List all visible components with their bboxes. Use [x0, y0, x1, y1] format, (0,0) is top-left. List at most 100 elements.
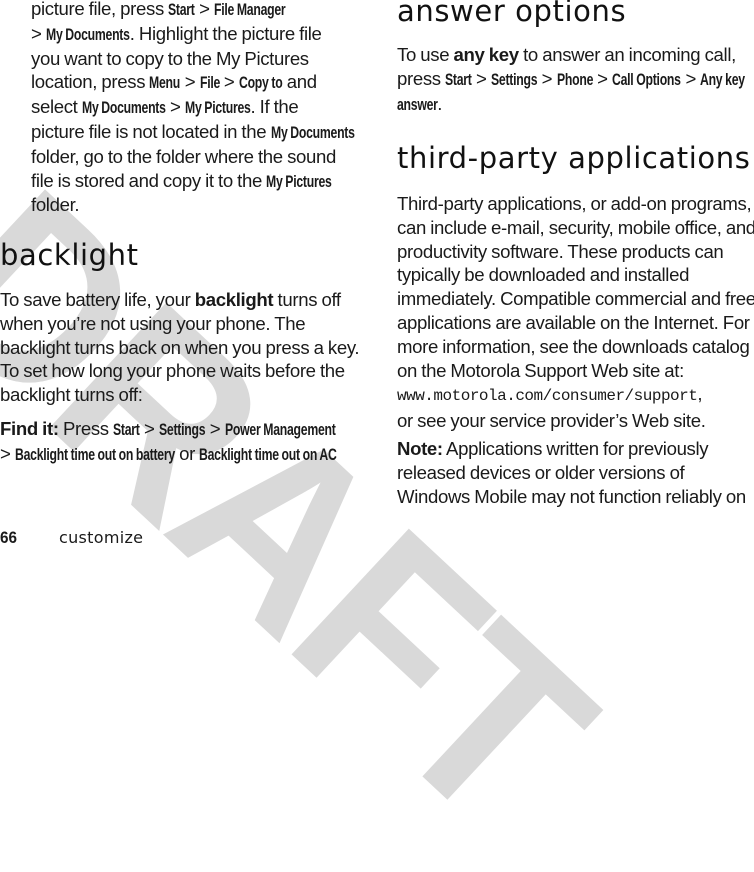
section-heading-backlight: backlight: [0, 238, 139, 272]
body-text: >: [165, 96, 185, 118]
ui-label: File Manager: [213, 0, 286, 19]
body-text: can include e-mail, security, mobile off…: [397, 216, 754, 238]
text-line: when you’re not using your phone. The: [0, 312, 359, 336]
body-text: more information, see the downloads cata…: [397, 335, 750, 357]
third-party-paragraph: Third-party applications, or add-on prog…: [397, 192, 754, 433]
section-name: customize: [59, 528, 144, 547]
ui-label: Backlight time out on AC: [199, 444, 337, 464]
ui-label: Any key: [700, 69, 746, 89]
ui-label: Settings: [158, 420, 206, 439]
text-line: or see your service provider’s Web site.: [397, 409, 754, 433]
body-text: ,: [697, 383, 703, 405]
text-line: press Start > Settings > Phone > Call Op…: [397, 67, 745, 92]
text-line: Windows Mobile may not function reliably…: [397, 485, 746, 509]
ui-label: Settings: [490, 69, 538, 89]
body-text: >: [471, 67, 491, 89]
find-it-instructions: Find it: Press Start > Settings > Power …: [0, 417, 337, 467]
ui-label: My Pictures: [184, 98, 251, 118]
text-line: can include e-mail, security, mobile off…: [397, 216, 754, 240]
body-text: file is stored and copy it to the: [31, 169, 267, 191]
body-text: typically be downloaded and installed: [397, 264, 690, 286]
text-line: more information, see the downloads cata…: [397, 335, 754, 359]
text-line: picture file is not located in the My Do…: [31, 120, 354, 145]
text-line: Note: Applications written for previousl…: [397, 437, 746, 461]
body-text: Applications written for previously: [442, 438, 709, 459]
body-text: picture file, press: [31, 0, 169, 19]
body-text: to answer an incoming call,: [518, 44, 736, 65]
body-text: location, press: [31, 71, 150, 93]
ui-label: Start: [445, 69, 472, 89]
body-text: >: [592, 67, 612, 89]
body-text: and: [282, 71, 317, 93]
text-line: select My Documents > My Pictures. If th…: [31, 95, 354, 120]
text-line: productivity software. These products ca…: [397, 240, 754, 264]
body-text: >: [194, 0, 214, 19]
note-paragraph: Note: Applications written for previousl…: [397, 437, 746, 508]
body-text: . Highlight the picture file: [129, 22, 322, 44]
ui-label: Start: [168, 0, 195, 19]
text-line: typically be downloaded and installed: [397, 263, 754, 287]
answer-options-paragraph: To use any key to answer an incoming cal…: [397, 43, 745, 116]
ui-label: Menu: [149, 73, 181, 93]
ui-label: My Documents: [45, 24, 130, 44]
ui-label: File: [199, 73, 220, 93]
body-text: To use: [397, 44, 454, 65]
body-text: productivity software. These products ca…: [397, 240, 724, 262]
body-text: To set how long your phone waits before …: [0, 360, 345, 382]
body-text: select: [31, 96, 82, 118]
body-text: >: [681, 67, 701, 89]
text-line: To use any key to answer an incoming cal…: [397, 43, 745, 67]
text-line: picture file, press Start > File Manager: [31, 0, 354, 22]
ui-label: My Documents: [270, 122, 355, 142]
body-text: >: [0, 442, 15, 464]
text-line: released devices or older versions of: [397, 461, 746, 485]
text-line: Third-party applications, or add-on prog…: [397, 192, 754, 216]
section-heading-third-party-applications: third-party applications: [397, 141, 751, 175]
body-text: released devices or older versions of: [397, 461, 685, 483]
body-text: Windows Mobile may not function reliably…: [397, 485, 746, 507]
body-text: applications are available on the Intern…: [397, 311, 750, 333]
body-text: backlight turns off:: [0, 384, 143, 406]
ui-label: Power Management: [224, 420, 336, 439]
body-text: backlight turns back on when you press a…: [0, 336, 360, 358]
emphasis-text: Note:: [397, 438, 443, 459]
text-line: www.motorola.com/consumer/support,: [397, 382, 754, 409]
text-line: applications are available on the Intern…: [397, 311, 754, 335]
emphasis-text: any key: [453, 44, 520, 65]
backlight-paragraph: To save battery life, your backlight tur…: [0, 288, 360, 407]
ui-label: Call Options: [612, 69, 681, 89]
body-text: immediately. Compatible commercial and f…: [397, 288, 754, 310]
body-text: folder.: [31, 194, 80, 216]
emphasis-text: Find it:: [0, 418, 59, 439]
ui-label: Phone: [556, 69, 593, 89]
ui-label: Backlight time out on battery: [14, 444, 175, 464]
body-text: turns off: [273, 289, 342, 310]
body-text: >: [537, 67, 557, 89]
body-text: >: [31, 22, 46, 44]
intro-paragraph: picture file, press Start > File Manager…: [31, 0, 354, 217]
body-text: >: [219, 71, 239, 93]
text-line: backlight turns back on when you press a…: [0, 336, 360, 360]
text-line: immediately. Compatible commercial and f…: [397, 287, 754, 311]
url-text: www.motorola.com/consumer/support: [397, 387, 698, 406]
text-line: you want to copy to the My Pictures: [31, 47, 354, 71]
page-number: 66: [0, 528, 18, 547]
body-text: on the Motorola Support Web site at:: [397, 359, 684, 381]
ui-label: answer: [397, 94, 438, 114]
ui-label: My Pictures: [266, 171, 332, 191]
body-text: >: [205, 418, 225, 439]
section-heading-answer-options: answer options: [397, 0, 627, 28]
text-line: > My Documents. Highlight the picture fi…: [31, 22, 354, 47]
body-text: picture file is not located in the: [31, 120, 271, 142]
body-text: Press: [58, 418, 114, 439]
text-line: Find it: Press Start > Settings > Power …: [0, 417, 337, 442]
text-line: on the Motorola Support Web site at:: [397, 359, 754, 383]
body-text: To save battery life, your: [0, 289, 195, 310]
ui-label: Copy to: [238, 73, 283, 93]
text-line: file is stored and copy it to the My Pic…: [31, 169, 354, 194]
body-text: >: [139, 418, 159, 439]
text-line: > Backlight time out on battery or Backl…: [0, 442, 337, 467]
text-line: location, press Menu > File > Copy to an…: [31, 70, 354, 95]
text-line: folder, go to the folder where the sound: [31, 145, 354, 169]
ui-label: Start: [113, 420, 140, 439]
